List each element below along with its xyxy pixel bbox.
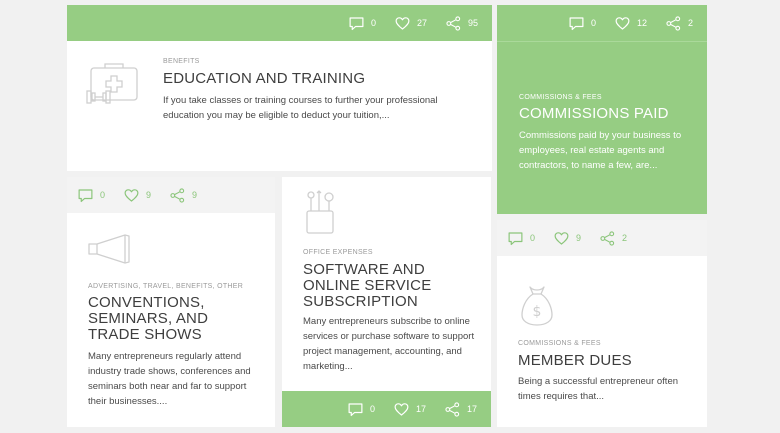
pencil-cup-icon — [304, 189, 338, 235]
likes-stat[interactable]: 9 — [553, 230, 581, 247]
heart-icon — [123, 187, 140, 204]
first-aid-kit-dumbbell-icon — [85, 60, 143, 108]
likes-count: 12 — [636, 18, 647, 28]
share-icon — [444, 401, 461, 418]
card-description: If you take classes or training courses … — [163, 95, 438, 121]
card-category: COMMISSIONS & FEES — [518, 340, 601, 347]
comments-count: 0 — [590, 18, 596, 28]
shares-stat[interactable]: 17 — [444, 401, 477, 418]
card-category: ADVERTISING, TRAVEL, BENEFITS, OTHER — [88, 283, 244, 290]
likes-count: 9 — [576, 233, 582, 243]
comments-stat[interactable]: 0 — [347, 401, 375, 418]
comments-count: 0 — [370, 18, 376, 28]
card-title[interactable]: EDUCATION AND TRAINING — [163, 71, 473, 87]
likes-stat[interactable]: 9 — [123, 187, 151, 204]
share-icon — [665, 15, 682, 32]
likes-stat[interactable]: 27 — [394, 15, 427, 32]
comments-stat[interactable]: 0 — [77, 187, 105, 204]
shares-stat[interactable]: 2 — [599, 230, 627, 247]
card-title[interactable]: COMMISSIONS PAID — [519, 106, 699, 122]
card-commissions-paid[interactable]: 0 12 2 COMMISSIONS & FEES COMMISSIONS PA… — [497, 5, 707, 214]
card-category: BENEFITS — [163, 58, 200, 65]
divider — [497, 41, 707, 42]
comment-icon — [507, 230, 524, 247]
stats-bar: 0 9 9 — [67, 177, 275, 213]
card-description: Many entrepreneurs subscribe to online s… — [303, 316, 475, 372]
shares-count: 2 — [622, 233, 628, 243]
likes-stat[interactable]: 17 — [393, 401, 426, 418]
likes-stat[interactable]: 12 — [614, 15, 647, 32]
likes-count: 27 — [416, 18, 427, 28]
comments-count: 0 — [530, 233, 536, 243]
card-title[interactable]: CONVENTIONS, SEMINARS, AND TRADE SHOWS — [88, 295, 258, 343]
card-title[interactable]: MEMBER DUES — [518, 353, 698, 369]
likes-count: 9 — [146, 190, 152, 200]
comment-icon — [568, 15, 585, 32]
card-title[interactable]: SOFTWARE AND ONLINE SERVICE SUBSCRIPTION — [303, 262, 473, 310]
shares-stat[interactable]: 9 — [169, 187, 197, 204]
card-description: Commissions paid by your business to emp… — [519, 130, 682, 171]
heart-icon — [614, 15, 631, 32]
stats-bar: 0 27 95 — [67, 5, 492, 41]
card-description: Many entrepreneurs regularly attend indu… — [88, 351, 251, 407]
comment-icon — [347, 401, 364, 418]
comments-stat[interactable]: 0 — [568, 15, 596, 32]
card-member-dues[interactable]: 0 9 2 $ COMMISSIONS & FEES MEMBER DUES B… — [497, 220, 707, 427]
stats-bar: 0 12 2 — [497, 5, 707, 41]
comment-icon — [348, 15, 365, 32]
comments-count: 0 — [369, 404, 375, 414]
likes-count: 17 — [415, 404, 426, 414]
card-category: COMMISSIONS & FEES — [519, 94, 602, 101]
card-software-online-service[interactable]: OFFICE EXPENSES SOFTWARE AND ONLINE SERV… — [282, 177, 491, 427]
card-category: OFFICE EXPENSES — [303, 249, 373, 256]
shares-count: 9 — [192, 190, 198, 200]
comments-stat[interactable]: 0 — [507, 230, 535, 247]
svg-text:$: $ — [533, 304, 542, 320]
card-conventions-seminars-trade-shows[interactable]: 0 9 9 ADVERTISING, TRAVEL, BENEFITS, OTH… — [67, 177, 275, 427]
share-icon — [599, 230, 616, 247]
shares-stat[interactable]: 2 — [665, 15, 693, 32]
shares-count: 95 — [467, 18, 478, 28]
comments-count: 0 — [100, 190, 106, 200]
stats-bar: 0 17 17 — [282, 391, 491, 427]
card-description: Being a successful entrepreneur often ti… — [518, 376, 679, 402]
comment-icon — [77, 187, 94, 204]
stats-bar: 0 9 2 — [497, 220, 707, 256]
money-bag-icon: $ — [520, 283, 554, 327]
heart-icon — [393, 401, 410, 418]
megaphone-icon — [87, 232, 131, 266]
share-icon — [169, 187, 186, 204]
comments-stat[interactable]: 0 — [348, 15, 376, 32]
shares-count: 2 — [687, 18, 693, 28]
heart-icon — [394, 15, 411, 32]
shares-count: 17 — [466, 404, 477, 414]
shares-stat[interactable]: 95 — [445, 15, 478, 32]
card-education-and-training[interactable]: 0 27 95 BENEFITS EDUCATION AND TRAINING … — [67, 5, 492, 171]
share-icon — [445, 15, 462, 32]
heart-icon — [553, 230, 570, 247]
